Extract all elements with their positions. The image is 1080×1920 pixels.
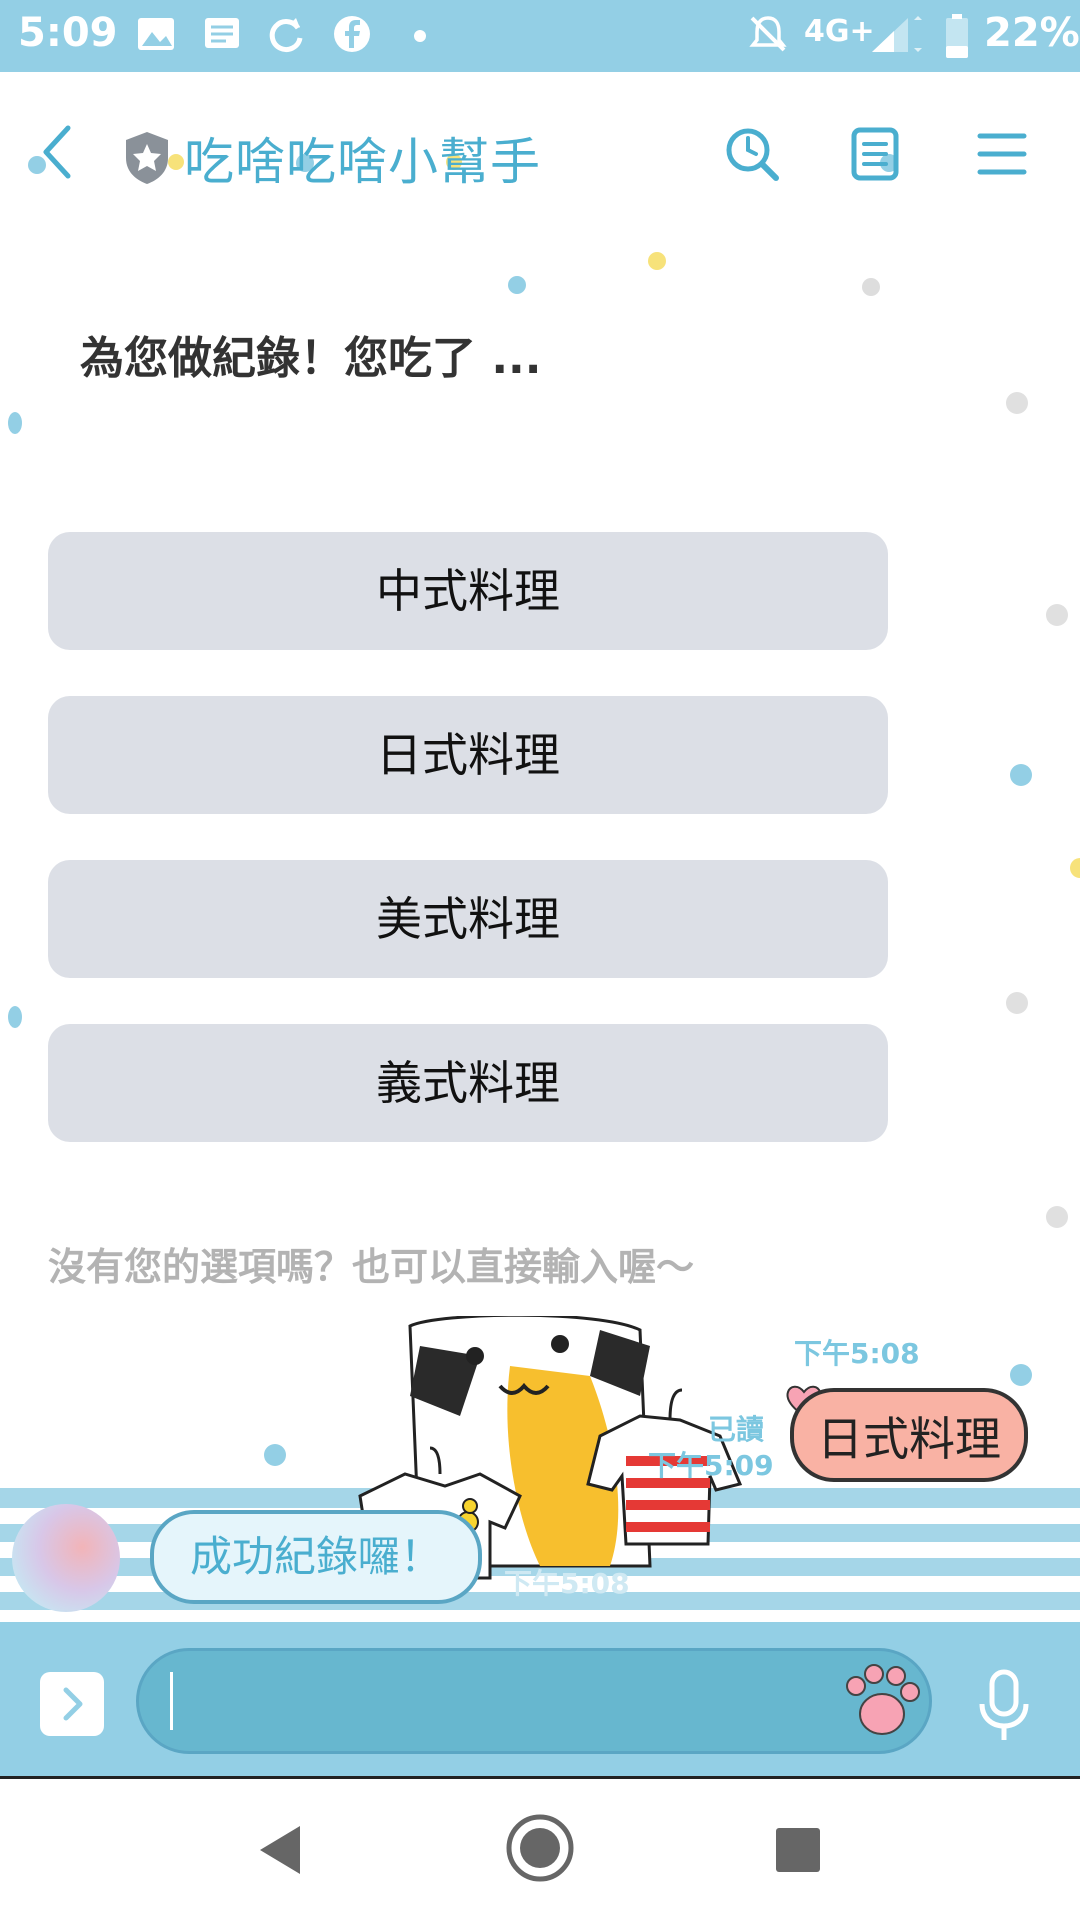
read-receipt-time: 下午5:09 (648, 1449, 774, 1482)
notes-icon[interactable] (850, 126, 900, 182)
option-button-japanese[interactable]: 日式料理 (48, 696, 888, 814)
muted-bell-icon (749, 16, 787, 52)
menu-icon[interactable] (976, 132, 1028, 176)
square-recents-icon (776, 1828, 820, 1872)
triangle-back-icon (260, 1826, 300, 1874)
facebook-icon (334, 16, 370, 52)
nav-back-button[interactable] (254, 1822, 304, 1881)
signal-icon (872, 16, 922, 52)
network-type: 4G+ (804, 14, 875, 49)
message-input[interactable] (136, 1648, 932, 1754)
chevron-right-icon (63, 1687, 83, 1721)
circle-home-icon (506, 1814, 574, 1882)
notification-dot-icon (414, 30, 426, 42)
paw-sticker-icon[interactable] (842, 1664, 922, 1740)
official-badge-icon (126, 132, 168, 184)
read-receipt: 已讀 (708, 1413, 765, 1446)
battery-level: 22% (984, 10, 1080, 56)
chat-title: 吃啥吃啥小幫手 (184, 133, 541, 191)
bot-message-time: 下午5:08 (504, 1567, 630, 1600)
card-footer-note: 沒有您的選項嗎？也可以直接輸入喔～ (48, 1245, 695, 1289)
bot-message-bubble[interactable]: 成功紀錄囉！ (150, 1510, 482, 1604)
gallery-icon (138, 18, 174, 50)
nav-recents-button[interactable] (774, 1826, 822, 1877)
bot-avatar[interactable] (12, 1504, 120, 1612)
back-icon[interactable] (38, 124, 78, 180)
message-icon (205, 18, 239, 48)
card-prompt: 為您做紀錄！您吃了 ... (80, 333, 542, 384)
option-button-italian[interactable]: 義式料理 (48, 1024, 888, 1142)
nav-home-button[interactable] (504, 1812, 576, 1887)
user-message-bubble[interactable]: 日式料理 (790, 1388, 1028, 1482)
status-bar: 5:09 4G+ 22% (0, 0, 1080, 72)
text-cursor (170, 1672, 173, 1730)
sync-icon (269, 18, 303, 53)
status-time: 5:09 (18, 10, 118, 56)
battery-icon (946, 14, 968, 58)
expand-button[interactable] (40, 1672, 104, 1736)
search-icon[interactable] (722, 124, 782, 184)
user-message-time: 下午5:08 (794, 1337, 920, 1370)
option-button-american[interactable]: 美式料理 (48, 860, 888, 978)
option-button-chinese[interactable]: 中式料理 (48, 532, 888, 650)
microphone-icon[interactable] (976, 1668, 1032, 1744)
